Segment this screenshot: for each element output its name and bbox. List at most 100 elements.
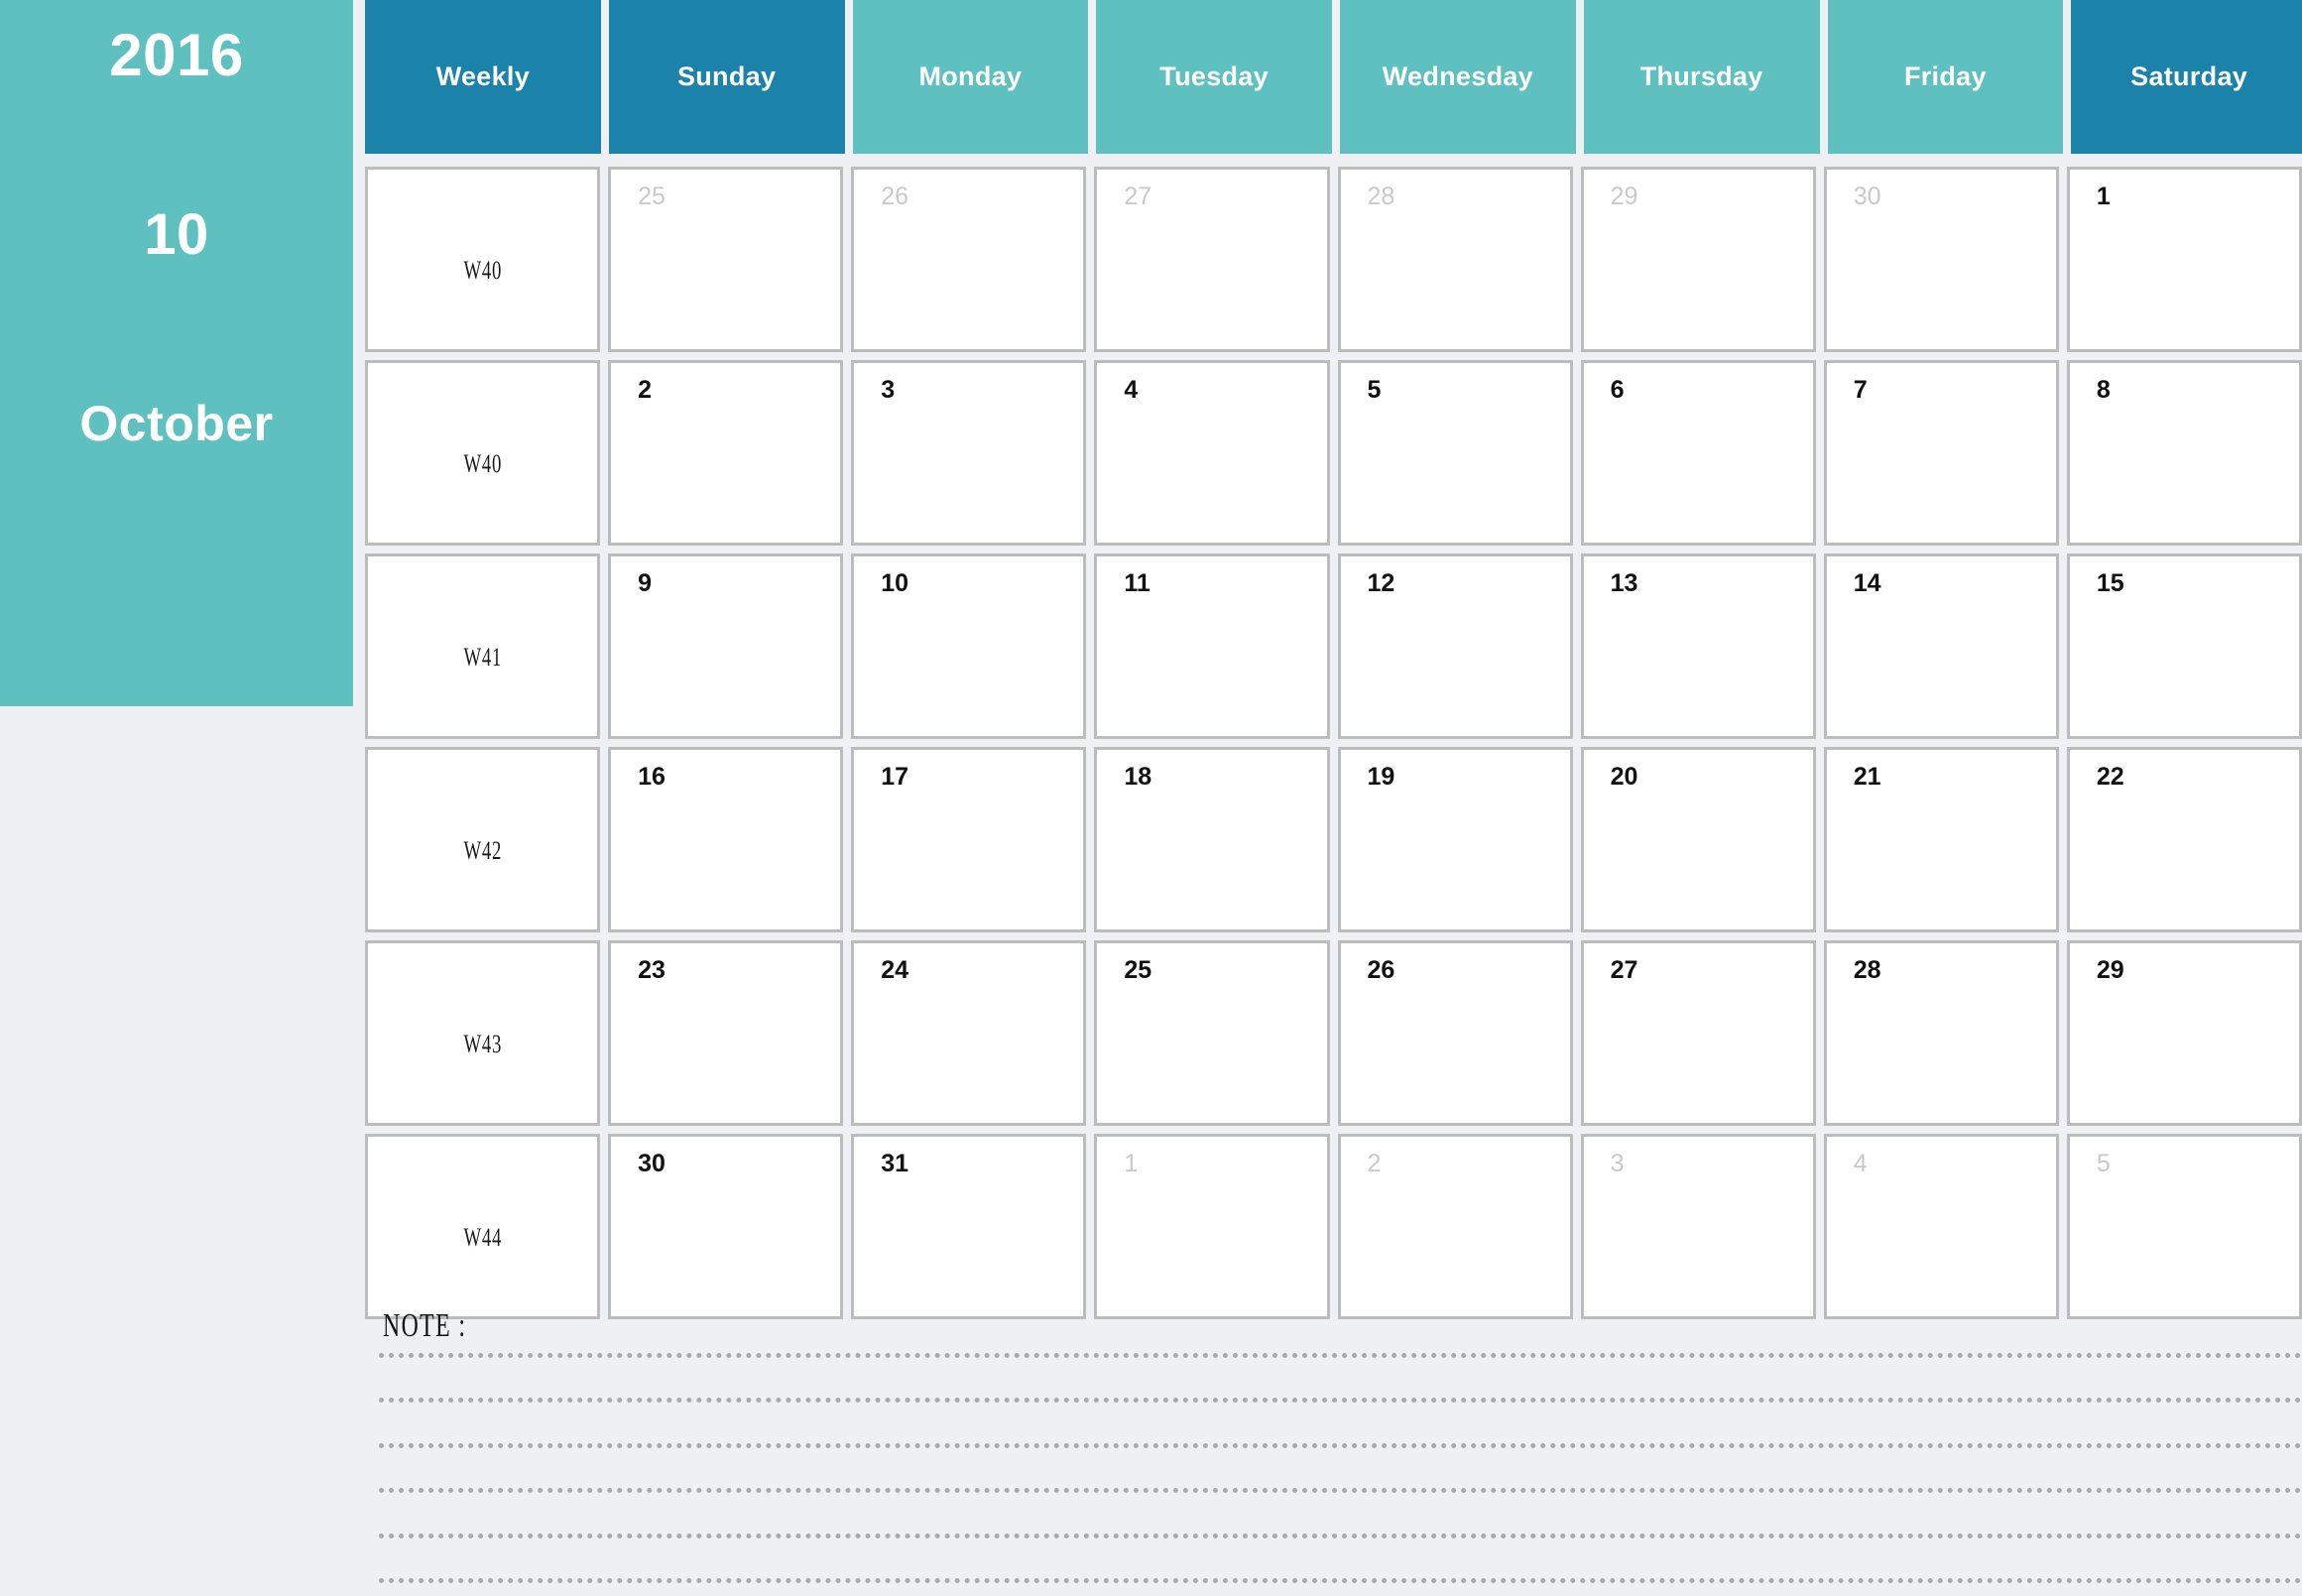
day-cell[interactable]: 31: [851, 1134, 1087, 1319]
day-number: 1: [1124, 1150, 1139, 1177]
day-cell[interactable]: 2: [608, 360, 844, 546]
note-writing-line[interactable]: [379, 1353, 2302, 1358]
day-cell[interactable]: 27: [1580, 940, 1816, 1126]
day-number: 16: [638, 763, 666, 791]
day-number: 10: [881, 569, 909, 597]
weekday-header-row: Weekly Sunday Monday Tuesday Wednesday Thursd…: [365, 0, 2302, 154]
day-number: 7: [1853, 376, 1868, 404]
day-number: 27: [1610, 956, 1638, 984]
day-number: 29: [1610, 183, 1638, 210]
day-cell[interactable]: 24: [851, 940, 1087, 1126]
day-cell[interactable]: 20: [1580, 747, 1816, 932]
day-cell[interactable]: 8: [2066, 360, 2302, 546]
day-cell[interactable]: 3: [851, 360, 1087, 546]
day-cell[interactable]: 21: [1823, 747, 2059, 932]
weekday-header-tuesday[interactable]: Tuesday: [1096, 0, 1332, 154]
day-cell[interactable]: 25: [1094, 940, 1330, 1126]
note-writing-line[interactable]: [379, 1488, 2302, 1493]
day-cell[interactable]: 19: [1337, 747, 1573, 932]
week-row: W42 16 17 18 19 20 21 22: [365, 747, 2302, 932]
day-cell[interactable]: 15: [2066, 553, 2302, 739]
weekday-header-monday[interactable]: Monday: [852, 0, 1089, 154]
day-cell[interactable]: 30: [1823, 167, 2059, 352]
note-writing-line[interactable]: [379, 1398, 2302, 1403]
weekday-header-weekly[interactable]: Weekly: [365, 0, 601, 154]
day-cell[interactable]: 4: [1823, 1134, 2059, 1319]
day-number: 28: [1367, 183, 1395, 210]
weekday-header-wednesday[interactable]: Wednesday: [1340, 0, 1576, 154]
day-cell[interactable]: 29: [2066, 940, 2302, 1126]
weekday-header-sunday[interactable]: Sunday: [608, 0, 845, 154]
weekday-header-label: Monday: [918, 61, 1023, 91]
day-cell[interactable]: 7: [1823, 360, 2059, 546]
weekday-header-label: Wednesday: [1382, 61, 1533, 91]
day-cell[interactable]: 28: [1823, 940, 2059, 1126]
day-number: 25: [638, 183, 666, 210]
weekday-header-label: Thursday: [1639, 61, 1763, 91]
day-number: 15: [2096, 569, 2124, 597]
day-number: 11: [1124, 569, 1151, 597]
day-number: 31: [881, 1150, 909, 1177]
day-number: 1: [2096, 183, 2111, 210]
day-number: 30: [1853, 183, 1881, 210]
day-cell[interactable]: 13: [1580, 553, 1816, 739]
weekday-header-saturday[interactable]: Saturday: [2071, 0, 2302, 154]
day-number: 12: [1367, 569, 1395, 597]
day-cell[interactable]: 28: [1337, 167, 1573, 352]
day-number: 20: [1610, 763, 1638, 791]
sidebar-month-name: October: [79, 396, 274, 451]
day-cell[interactable]: 17: [851, 747, 1087, 932]
day-cell[interactable]: 26: [1337, 940, 1573, 1126]
day-number: 24: [881, 956, 909, 984]
weekday-header-label: Friday: [1903, 61, 1987, 91]
week-number-label: W41: [463, 642, 502, 672]
day-cell[interactable]: 16: [608, 747, 844, 932]
day-cell[interactable]: 23: [608, 940, 844, 1126]
week-number-cell[interactable]: W42: [365, 747, 601, 932]
day-number: 6: [1610, 376, 1625, 404]
day-number: 18: [1124, 763, 1152, 791]
day-number: 27: [1124, 183, 1152, 210]
day-cell[interactable]: 22: [2066, 747, 2302, 932]
day-cell[interactable]: 30: [608, 1134, 844, 1319]
week-number-cell[interactable]: W41: [365, 553, 601, 739]
day-cell[interactable]: 10: [851, 553, 1087, 739]
day-cell[interactable]: 5: [2066, 1134, 2302, 1319]
day-cell[interactable]: 3: [1580, 1134, 1816, 1319]
note-writing-line[interactable]: [379, 1443, 2302, 1448]
day-cell[interactable]: 29: [1580, 167, 1816, 352]
day-cell[interactable]: 1: [2066, 167, 2302, 352]
day-number: 2: [1367, 1150, 1382, 1177]
day-cell[interactable]: 27: [1094, 167, 1330, 352]
day-cell[interactable]: 26: [851, 167, 1087, 352]
day-number: 5: [2096, 1150, 2111, 1177]
week-row: W44 30 31 1 2 3 4 5: [365, 1134, 2302, 1319]
note-section: NOTE :: [365, 1307, 2302, 1596]
week-number-cell[interactable]: W43: [365, 940, 601, 1126]
week-number-cell[interactable]: W40: [365, 360, 601, 546]
day-cell[interactable]: 25: [608, 167, 844, 352]
day-cell[interactable]: 4: [1094, 360, 1330, 546]
day-cell[interactable]: 9: [608, 553, 844, 739]
day-number: 14: [1853, 569, 1881, 597]
weekday-header-label: Saturday: [2130, 61, 2248, 91]
day-cell[interactable]: 5: [1337, 360, 1573, 546]
note-writing-line[interactable]: [379, 1534, 2302, 1538]
day-cell[interactable]: 14: [1823, 553, 2059, 739]
weekday-header-friday[interactable]: Friday: [1827, 0, 2064, 154]
day-cell[interactable]: 1: [1094, 1134, 1330, 1319]
day-cell[interactable]: 2: [1337, 1134, 1573, 1319]
day-cell[interactable]: 12: [1337, 553, 1573, 739]
week-number-cell[interactable]: W40: [365, 167, 601, 352]
day-number: 28: [1853, 956, 1881, 984]
weekday-header-label: Weekly: [435, 61, 531, 91]
weekday-header-thursday[interactable]: Thursday: [1583, 0, 1820, 154]
day-cell[interactable]: 6: [1580, 360, 1816, 546]
day-number: 13: [1610, 569, 1638, 597]
day-cell[interactable]: 18: [1094, 747, 1330, 932]
calendar-grid: W40 25 26 27 28 29 30 1 W40 2 3 4 5 6 7 8 W41 9 10 11 12 13 14…: [365, 167, 2302, 1319]
day-cell[interactable]: 11: [1094, 553, 1330, 739]
note-writing-line[interactable]: [379, 1578, 2302, 1583]
week-number-label: W42: [463, 835, 502, 865]
week-number-cell[interactable]: W44: [365, 1134, 601, 1319]
